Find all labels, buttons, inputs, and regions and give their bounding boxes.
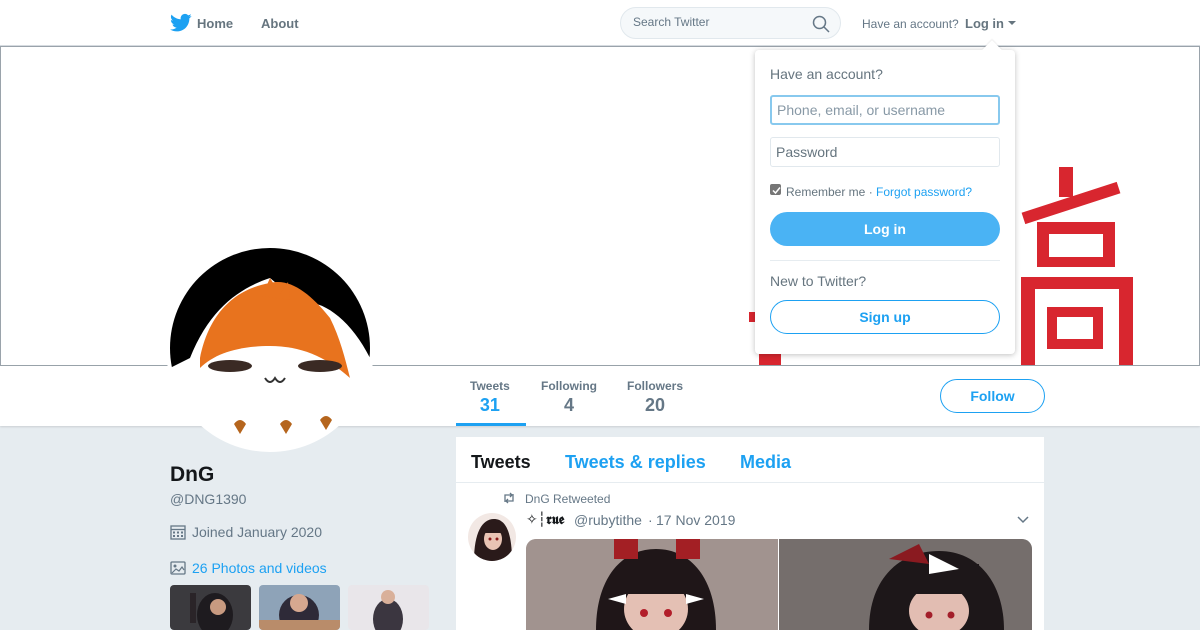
stat-followers[interactable]: Followers 20: [627, 379, 683, 416]
tweet-author-handle[interactable]: @rubytithe: [574, 512, 642, 528]
tweet-media-image[interactable]: [526, 539, 778, 630]
photo-thumbnail[interactable]: [170, 585, 251, 630]
username-field[interactable]: [770, 95, 1000, 125]
remember-me-label[interactable]: Remember me: [786, 185, 865, 199]
tweet-author-name[interactable]: ✧┆𝖗𝖚𝖊: [526, 511, 564, 528]
stat-label: Following: [541, 379, 597, 393]
tweet-separator: ·: [648, 512, 653, 528]
search-icon[interactable]: [812, 15, 830, 33]
password-field[interactable]: [770, 137, 1000, 167]
timeline-panel: Tweets Tweets & replies Media DnG Retwee…: [456, 437, 1044, 630]
checkmark-icon: [772, 187, 781, 195]
stat-value: 31: [479, 395, 500, 415]
avatar-image: [170, 248, 370, 448]
search-box: [620, 7, 841, 39]
profile-avatar[interactable]: [166, 244, 374, 452]
login-button[interactable]: Log in: [770, 212, 1000, 246]
joined-text: Joined January 2020: [192, 524, 322, 540]
remember-separator: ·: [865, 185, 877, 199]
nav-home-link[interactable]: Home: [197, 16, 233, 31]
retweet-icon: [504, 492, 514, 504]
login-menu-link[interactable]: Log in: [965, 16, 1004, 31]
stat-following[interactable]: Following 4: [541, 379, 597, 416]
stat-label: Followers: [627, 379, 684, 393]
chevron-down-icon[interactable]: [1017, 516, 1029, 524]
nav-about-link[interactable]: About: [261, 16, 299, 31]
tab-tweets[interactable]: Tweets: [471, 452, 531, 473]
tweet-author-avatar[interactable]: [468, 513, 516, 561]
remember-me-row: Remember me · Forgot password?: [786, 185, 972, 199]
twitter-bird-icon[interactable]: [170, 13, 192, 33]
search-input[interactable]: [633, 15, 803, 29]
forgot-password-link[interactable]: Forgot password?: [876, 185, 972, 199]
stat-value: 20: [644, 395, 666, 415]
login-dropdown: Have an account? Remember me · Forgot pa…: [755, 40, 1015, 354]
tab-tweets-replies[interactable]: Tweets & replies: [565, 452, 706, 473]
dropdown-divider: [770, 260, 1000, 261]
tab-media[interactable]: Media: [740, 452, 791, 473]
signup-button[interactable]: Sign up: [770, 300, 1000, 334]
caret-down-icon[interactable]: [1008, 21, 1016, 25]
remember-me-checkbox[interactable]: [770, 184, 781, 195]
calendar-icon: [170, 525, 186, 540]
new-to-twitter-text: New to Twitter?: [770, 273, 867, 289]
have-account-text: Have an account?: [862, 17, 959, 31]
active-stat-underline: [456, 423, 526, 426]
top-navigation-bar: Home About Have an account? Log in: [0, 0, 1200, 46]
tweet-date[interactable]: 17 Nov 2019: [656, 512, 735, 528]
profile-name: DnG: [170, 463, 215, 486]
stat-label: Tweets: [470, 379, 510, 393]
photos-label[interactable]: 26 Photos and videos: [192, 560, 327, 576]
stat-tweets[interactable]: Tweets 31: [470, 379, 510, 416]
photo-thumbnail[interactable]: [348, 585, 429, 630]
follow-button[interactable]: Follow: [940, 379, 1045, 413]
dropdown-title: Have an account?: [770, 66, 883, 82]
retweet-context[interactable]: DnG Retweeted: [525, 492, 610, 506]
timeline-tabs: Tweets Tweets & replies Media: [456, 437, 1044, 483]
tweet-media-image[interactable]: [779, 539, 1032, 630]
stat-value: 4: [563, 395, 574, 415]
profile-handle: @DNG1390: [170, 491, 247, 507]
photo-icon: [170, 561, 186, 575]
photo-thumbnail[interactable]: [259, 585, 340, 630]
